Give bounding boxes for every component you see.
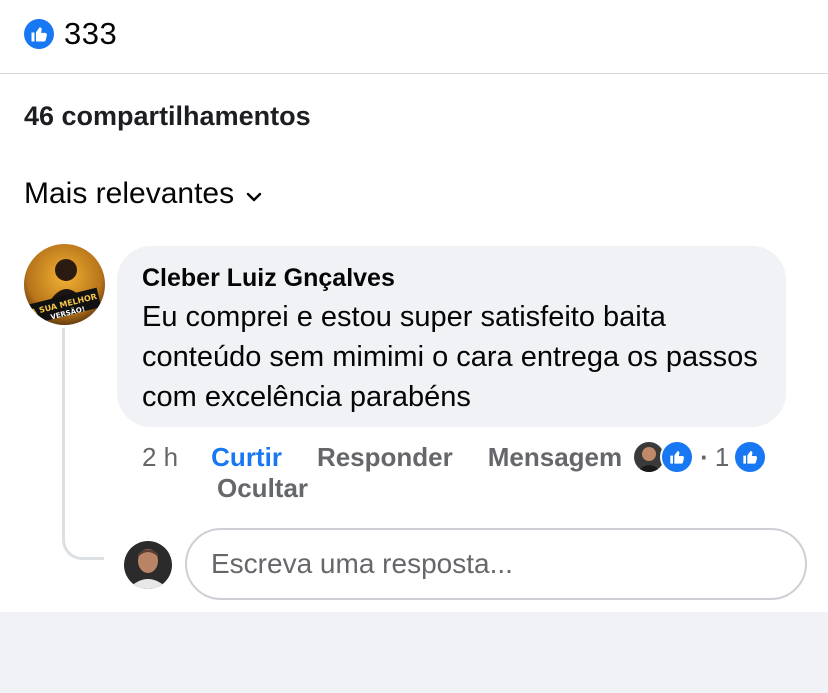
comment-text: Eu comprei e estou super satisfeito bait…: [142, 301, 758, 413]
comment-bubble: Cleber Luiz Gnçalves Eu comprei e estou …: [117, 246, 786, 427]
comment-timestamp[interactable]: 2 h: [142, 442, 178, 473]
hide-button[interactable]: Ocultar: [217, 473, 308, 504]
avatar[interactable]: [124, 541, 172, 589]
comment-author[interactable]: Cleber Luiz Gnçalves: [142, 261, 764, 295]
sort-label: Mais relevantes: [24, 177, 235, 210]
reply-input[interactable]: [185, 528, 807, 600]
shares-count[interactable]: 46 compartilhamentos: [24, 101, 311, 132]
reaction-count: 333: [64, 16, 118, 51]
reaction-summary[interactable]: 333: [24, 16, 117, 52]
footer-background: [0, 612, 828, 693]
comment-reactions[interactable]: · 1: [632, 440, 768, 474]
avatar[interactable]: A SUA MELHOR VERSÃO!: [24, 244, 105, 325]
like-button[interactable]: Curtir: [211, 442, 282, 473]
chevron-down-icon: [246, 177, 262, 211]
thumbs-up-icon: [733, 440, 768, 474]
message-button[interactable]: Mensagem: [488, 442, 622, 473]
reply-button[interactable]: Responder: [317, 442, 453, 473]
sort-dropdown[interactable]: Mais relevantes: [24, 177, 262, 211]
thumbs-up-icon: [24, 19, 54, 49]
thumbs-up-icon: [660, 440, 695, 474]
comment-actions: 2 h Curtir Responder Mensagem · 1: [142, 437, 768, 477]
separator-dot: ·: [700, 441, 709, 472]
comment-reaction-count: 1: [714, 441, 730, 472]
divider: [0, 73, 828, 74]
thread-line: [62, 328, 104, 560]
